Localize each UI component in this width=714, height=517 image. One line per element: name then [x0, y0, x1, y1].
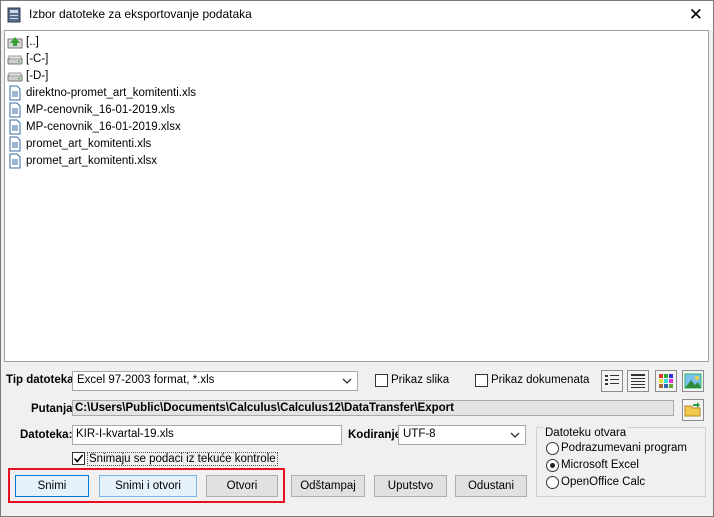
app-icon: [7, 7, 21, 23]
drive-icon: [7, 55, 23, 64]
list-item-label: promet_art_komitenti.xlsx: [26, 154, 158, 167]
list-view-button[interactable]: [601, 370, 623, 392]
list-item-file[interactable]: promet_art_komitenti.xlsx: [7, 152, 157, 169]
list-item-label: [-C-]: [26, 52, 49, 65]
checkmark-icon: [73, 454, 84, 463]
radio-openoffice-calc[interactable]: [546, 476, 559, 489]
details-view-button[interactable]: [627, 370, 649, 392]
chevron-down-icon: [342, 378, 352, 384]
list-item-drive-c[interactable]: [-C-]: [7, 50, 48, 67]
radio-openoffice-calc-label: OpenOffice Calc: [561, 476, 646, 488]
folder-up-icon: [7, 36, 23, 48]
help-button[interactable]: Uputstvo: [374, 475, 447, 497]
folder-open-icon: [684, 402, 701, 417]
title-bar: Izbor datoteke za eksportovanje podataka…: [1, 1, 713, 30]
show-images-label: Prikaz slika: [391, 374, 450, 386]
list-item-drive-d[interactable]: [-D-]: [7, 67, 48, 84]
drive-icon: [7, 72, 23, 81]
list-item-file[interactable]: MP-cenovnik_16-01-2019.xlsx: [7, 118, 181, 135]
save-current-control-checkbox[interactable]: [72, 452, 85, 465]
list-item-label: promet_art_komitenti.xls: [26, 137, 152, 150]
export-dialog: Izbor datoteke za eksportovanje podataka…: [0, 0, 714, 517]
show-images-checkbox[interactable]: [375, 374, 388, 387]
encoding-value: UTF-8: [403, 428, 436, 440]
file-list[interactable]: [..] [-C-] [-D-] direktno-promet_art_kom…: [4, 30, 709, 362]
open-with-legend: Datoteku otvara: [543, 427, 629, 439]
file-icon: [9, 136, 21, 151]
highlight-annotation: [8, 468, 285, 503]
file-type-value: Excel 97-2003 format, *.xls: [77, 374, 215, 386]
list-item-file[interactable]: direktno-promet_art_komitenti.xls: [7, 84, 196, 101]
window-title: Izbor datoteke za eksportovanje podataka: [29, 7, 252, 21]
details-view-icon: [631, 374, 645, 388]
image-preview-button[interactable]: [682, 370, 704, 392]
radio-default-program-label: Podrazumevani program: [561, 442, 687, 454]
path-value: C:\Users\Public\Documents\Calculus\Calcu…: [75, 402, 454, 414]
tip-datoteka-label: Tip datoteka:: [6, 374, 78, 386]
radio-selected-dot: [550, 463, 555, 468]
radio-default-program[interactable]: [546, 442, 559, 455]
show-documents-label: Prikaz dokumenata: [491, 374, 590, 386]
filename-value: KIR-I-kvartal-19.xls: [76, 428, 174, 440]
browse-folder-button[interactable]: [682, 399, 704, 421]
filename-label: Datoteka:: [20, 429, 73, 441]
filename-input[interactable]: KIR-I-kvartal-19.xls: [72, 425, 342, 445]
list-item-label: MP-cenovnik_16-01-2019.xls: [26, 103, 175, 116]
show-documents-checkbox[interactable]: [475, 374, 488, 387]
save-current-control-label: Snimaju se podaci iz tekuće kontrole: [87, 452, 278, 466]
list-view-icon: [605, 375, 619, 385]
path-field: C:\Users\Public\Documents\Calculus\Calcu…: [72, 400, 674, 416]
list-item-label: [-D-]: [26, 69, 49, 82]
file-icon: [9, 153, 21, 168]
list-item-label: direktno-promet_art_komitenti.xls: [26, 86, 197, 99]
list-item-label: [..]: [26, 35, 39, 48]
thumbnails-view-icon: [659, 374, 673, 388]
image-icon: [684, 373, 702, 389]
radio-microsoft-excel[interactable]: [546, 459, 559, 472]
print-button[interactable]: Odštampaj: [291, 475, 365, 497]
encoding-label: Kodiranje:: [348, 429, 405, 441]
encoding-select[interactable]: UTF-8: [398, 425, 526, 445]
file-icon: [9, 102, 21, 117]
radio-microsoft-excel-label: Microsoft Excel: [561, 459, 639, 471]
list-item-parent-folder[interactable]: [..]: [7, 33, 39, 50]
file-icon: [9, 119, 21, 134]
list-item-label: MP-cenovnik_16-01-2019.xlsx: [26, 120, 181, 133]
chevron-down-icon: [510, 432, 520, 438]
list-item-file[interactable]: promet_art_komitenti.xls: [7, 135, 151, 152]
cancel-button[interactable]: Odustani: [455, 475, 527, 497]
close-icon[interactable]: ✕: [689, 5, 703, 25]
file-icon: [9, 85, 21, 100]
path-label: Putanja:: [31, 403, 77, 415]
file-type-select[interactable]: Excel 97-2003 format, *.xls: [72, 371, 358, 391]
list-item-file[interactable]: MP-cenovnik_16-01-2019.xls: [7, 101, 175, 118]
thumbnails-view-button[interactable]: [655, 370, 677, 392]
